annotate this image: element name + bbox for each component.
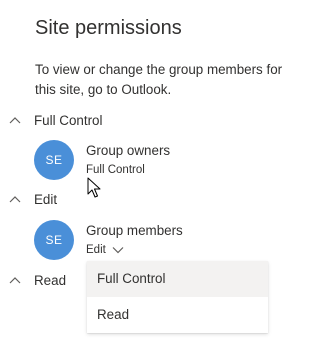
- member-role-label: Edit: [86, 244, 106, 256]
- section-label: Edit: [34, 192, 58, 207]
- section-label: Read: [34, 273, 67, 288]
- chevron-up-icon: [9, 196, 21, 203]
- member-name: Group owners: [86, 143, 171, 158]
- chevron-up-icon: [9, 117, 21, 124]
- chevron-up-icon: [9, 277, 21, 284]
- section-full-control-toggle[interactable]: Full Control: [0, 112, 317, 132]
- section-label: Full Control: [34, 113, 103, 128]
- avatar: SE: [34, 140, 74, 180]
- member-role: Full Control: [86, 164, 145, 176]
- panel-description: To view or change the group members for …: [35, 62, 283, 97]
- dropdown-option-full-control[interactable]: Full Control: [87, 261, 268, 297]
- section-edit-toggle[interactable]: Edit: [0, 191, 317, 211]
- member-group-members: SE Group members Edit: [34, 220, 304, 264]
- member-name: Group members: [86, 223, 183, 238]
- member-group-owners: SE Group owners Full Control: [34, 140, 304, 184]
- role-dropdown-menu: Full Control Read: [87, 261, 268, 333]
- avatar: SE: [34, 220, 74, 260]
- member-role-dropdown[interactable]: Edit: [86, 244, 124, 256]
- dropdown-option-read[interactable]: Read: [87, 297, 268, 333]
- panel-title: Site permissions: [35, 17, 182, 39]
- site-permissions-panel: Site permissions To view or change the g…: [0, 0, 317, 357]
- chevron-down-icon: [112, 247, 124, 254]
